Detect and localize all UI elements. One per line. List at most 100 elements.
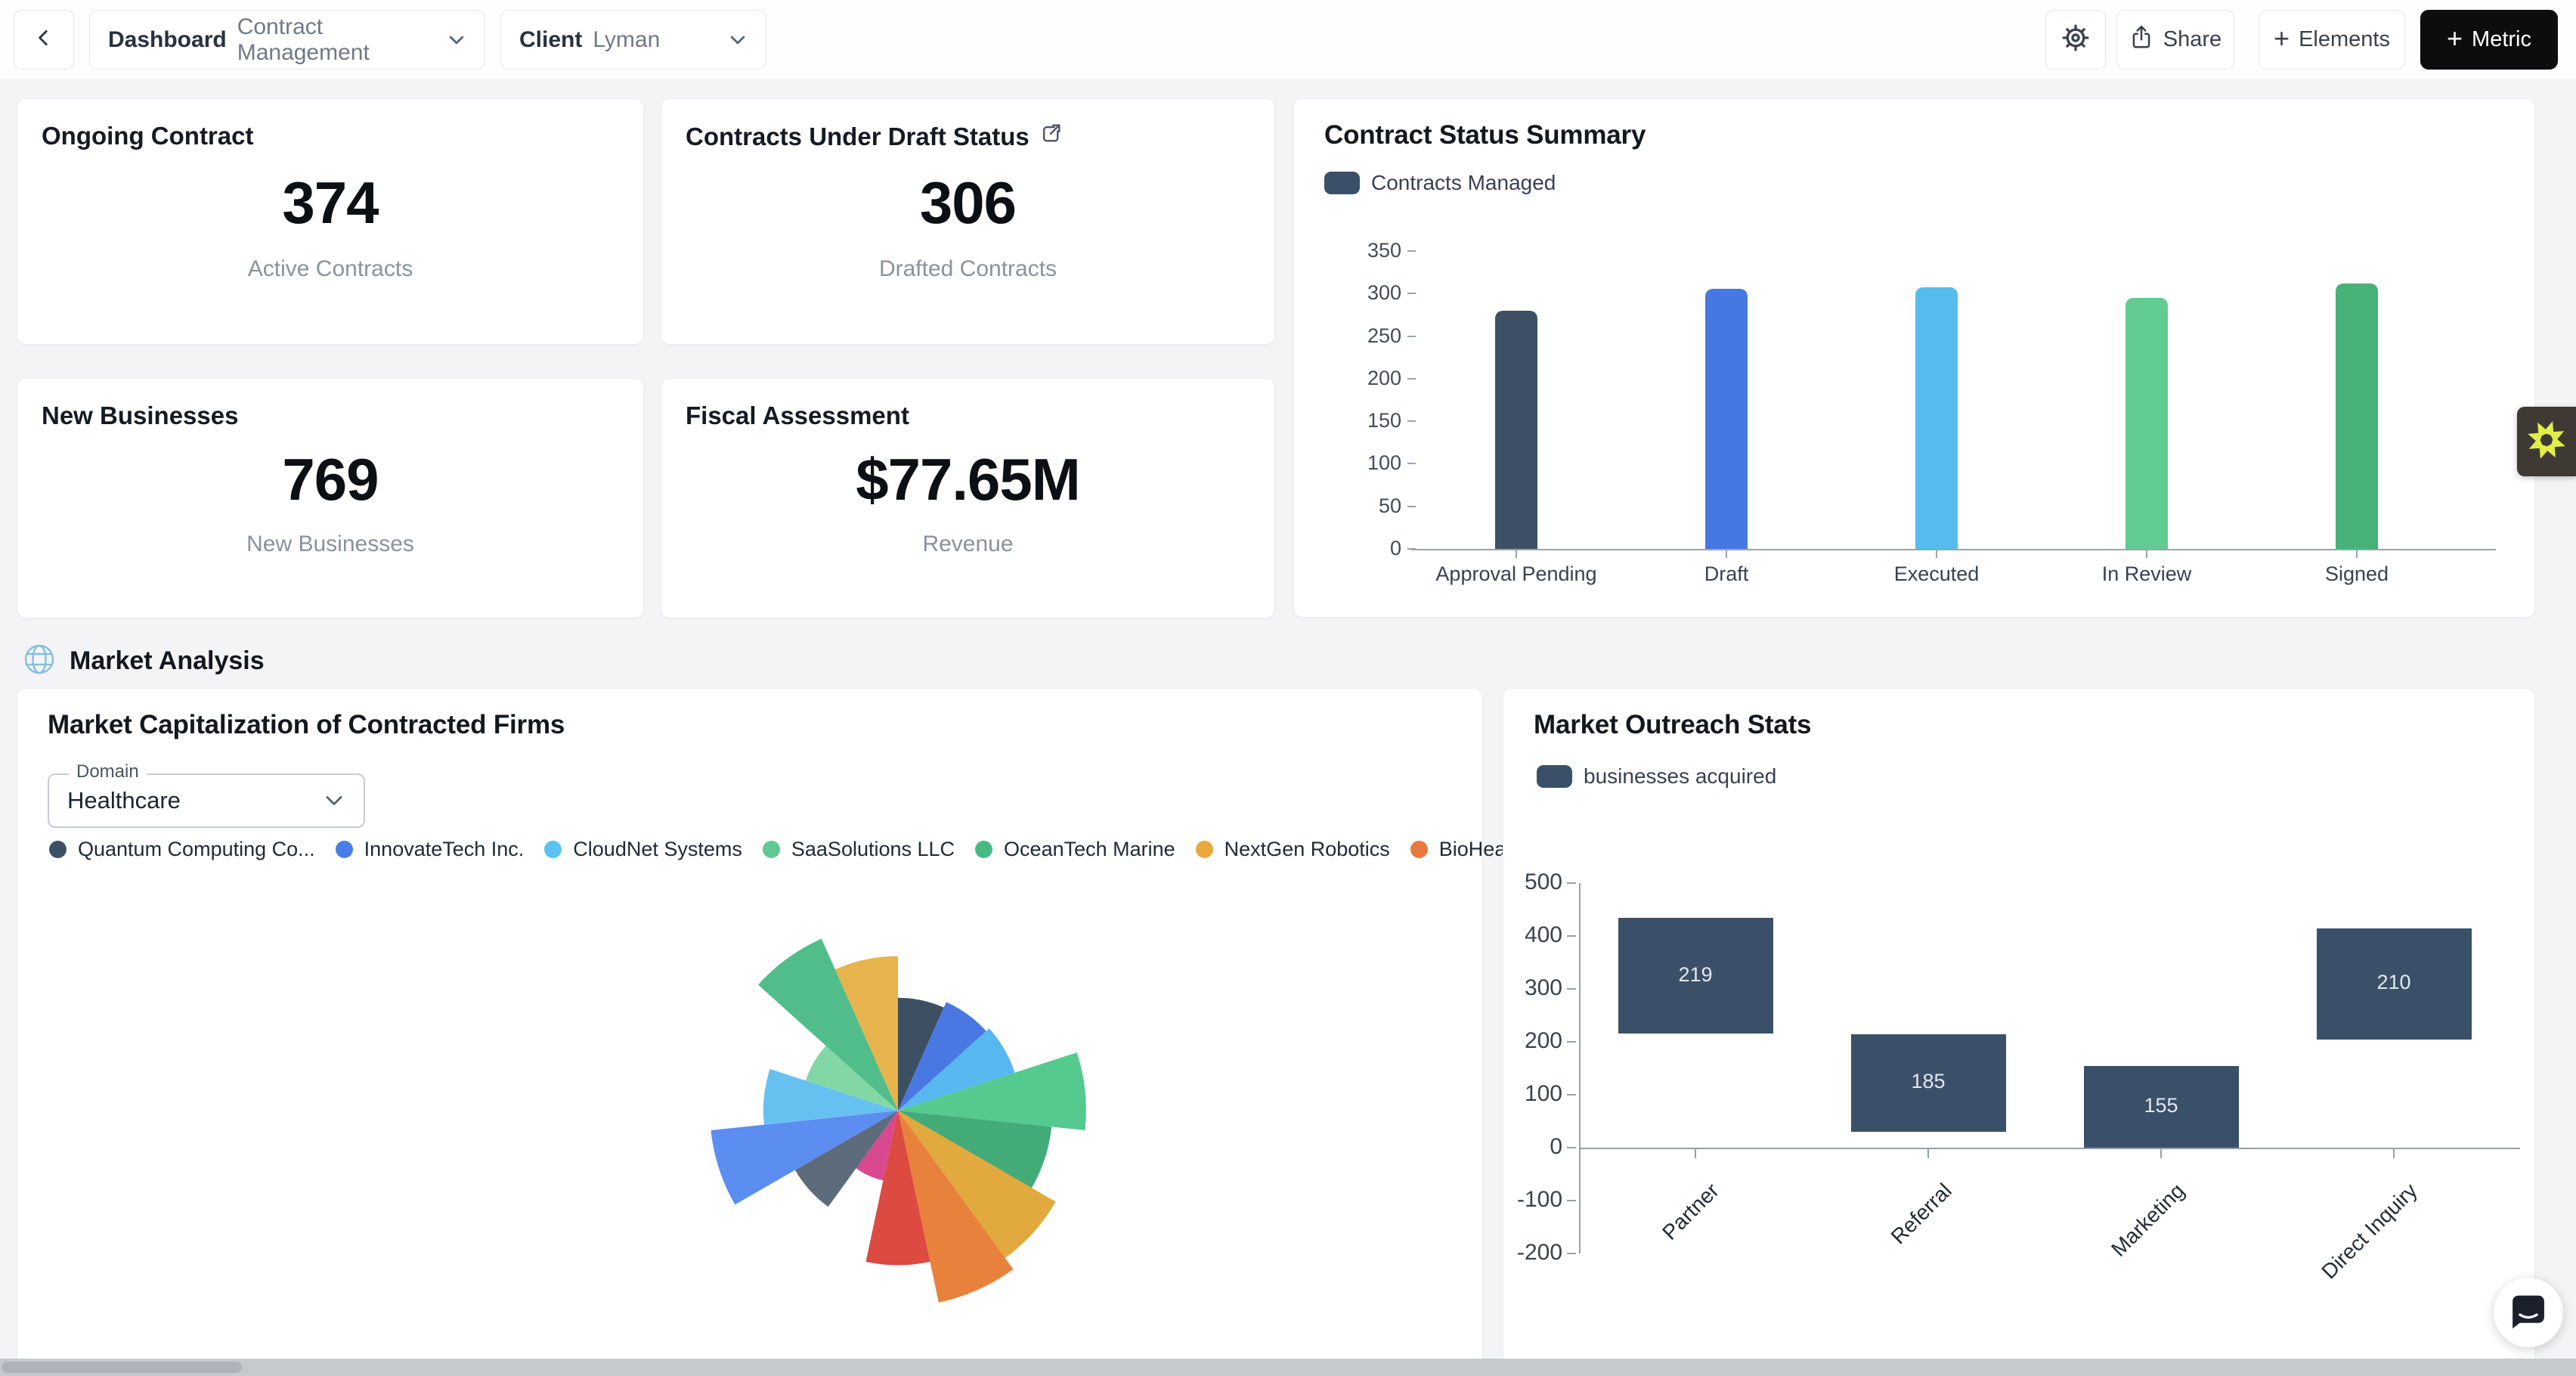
y-axis-tick — [1407, 506, 1416, 507]
y-axis-tick — [1567, 1200, 1576, 1201]
legend-dot — [1196, 841, 1213, 858]
asterisk-icon — [2525, 418, 2568, 466]
chevron-down-icon — [323, 789, 345, 812]
gear-icon — [2061, 23, 2090, 56]
x-axis-tick — [2393, 1149, 2395, 1158]
waterfall-bar-partner: 219 — [1618, 918, 1773, 1034]
y-axis-tick — [1567, 1147, 1576, 1148]
zero-line — [1579, 1148, 2520, 1149]
domain-select-label: Domain — [69, 761, 147, 783]
legend-dot — [49, 841, 67, 858]
legend-dot — [1410, 841, 1428, 858]
kpi-title-text: Contracts Under Draft Status — [686, 122, 1029, 151]
y-axis-tick — [1407, 250, 1416, 252]
x-axis-category-label: Approval Pending — [1410, 562, 1622, 586]
chat-launcher-button[interactable] — [2494, 1278, 2563, 1347]
bar-executed — [1915, 287, 1958, 549]
x-axis-tick — [1516, 550, 1517, 558]
y-axis-line — [1579, 883, 1581, 1254]
market-analysis-section-header: Market Analysis — [23, 643, 265, 680]
y-axis-tick-label: 200 — [1503, 1028, 1562, 1054]
market-outreach-waterfall-chart: 5004003002001000-100-200219Partner185Ref… — [1503, 689, 2534, 1375]
legend-item-label: CloudNet Systems — [573, 838, 742, 861]
share-icon — [2129, 23, 2153, 57]
elements-button-label: Elements — [2299, 27, 2390, 52]
assistant-fab-button[interactable] — [2517, 407, 2576, 476]
kpi-subtitle: Revenue — [661, 531, 1274, 557]
dashboard-select-label: Dashboard — [108, 27, 227, 53]
legend-item-company[interactable]: CloudNet Systems — [544, 838, 742, 861]
share-button[interactable]: Share — [2116, 10, 2234, 70]
legend-item-company[interactable]: SaaSolutions LLC — [763, 838, 955, 861]
bar-value-label: 219 — [1618, 963, 1773, 987]
y-axis-tick — [1567, 935, 1576, 937]
kpi-title: Contracts Under Draft Status — [686, 122, 1063, 151]
kpi-card-fiscal-assessment: Fiscal Assessment $77.65M Revenue — [661, 378, 1275, 618]
client-select[interactable]: Client Lyman — [500, 10, 766, 70]
settings-button[interactable] — [2045, 10, 2106, 70]
waterfall-bar-marketing: 155 — [2084, 1066, 2239, 1148]
y-axis-tick-label: 200 — [1347, 367, 1401, 390]
legend-item-company[interactable]: InnovateTech Inc. — [336, 838, 525, 861]
bar-value-label: 210 — [2317, 971, 2472, 994]
dashboard-select-value: Contract Management — [237, 14, 447, 66]
y-axis-tick — [1567, 882, 1576, 884]
legend-item-company[interactable]: OceanTech Marine — [975, 838, 1175, 861]
y-axis-tick-label: 300 — [1503, 975, 1562, 1001]
y-axis-tick — [1407, 336, 1416, 337]
domain-select-value: Healthcare — [67, 787, 181, 814]
x-axis-category-label: In Review — [2041, 562, 2252, 586]
chat-bubble-icon — [2507, 1290, 2550, 1336]
contract-status-summary-card: Contract Status Summary Contracts Manage… — [1293, 98, 2535, 618]
y-axis-tick-label: 300 — [1347, 281, 1401, 305]
y-axis-tick-label: 50 — [1347, 494, 1401, 518]
chevron-left-icon — [34, 28, 54, 51]
add-metric-button[interactable]: + Metric — [2420, 10, 2558, 70]
x-axis-tick — [2356, 550, 2358, 558]
y-axis-tick-label: 0 — [1347, 537, 1401, 560]
y-axis-tick-label: -100 — [1503, 1187, 1562, 1213]
legend-item-company[interactable]: NextGen Robotics — [1196, 838, 1390, 861]
horizontal-scrollbar-thumb[interactable] — [2, 1362, 242, 1373]
elements-button[interactable]: + Elements — [2259, 10, 2405, 70]
y-axis-tick — [1407, 378, 1416, 380]
dashboard-select[interactable]: Dashboard Contract Management — [89, 10, 485, 70]
legend-item-label: NextGen Robotics — [1225, 838, 1390, 861]
y-axis-tick — [1407, 293, 1416, 294]
x-axis-category-label: Signed — [2251, 562, 2463, 586]
market-cap-rose-chart — [664, 876, 1132, 1345]
y-axis-tick-label: 100 — [1503, 1081, 1562, 1107]
y-axis-tick — [1567, 1041, 1576, 1043]
kpi-card-contracts-under-draft: Contracts Under Draft Status 306 Drafted… — [661, 98, 1275, 345]
x-axis-category-label: Draft — [1621, 562, 1832, 586]
kpi-value: 769 — [17, 445, 643, 514]
y-axis-tick-label: -200 — [1503, 1240, 1562, 1266]
x-axis-category-label: Executed — [1831, 562, 2042, 586]
x-axis-tick — [2146, 550, 2147, 558]
external-link-icon[interactable] — [1039, 122, 1063, 151]
legend-dot — [975, 841, 992, 858]
topbar: Dashboard Contract Management Client Lym… — [0, 0, 2576, 79]
bar-approval-pending — [1495, 311, 1537, 549]
back-button[interactable] — [14, 10, 74, 70]
kpi-title: Ongoing Contract — [42, 122, 253, 150]
bar-value-label: 155 — [2084, 1094, 2239, 1117]
waterfall-bar-direct-inquiry: 210 — [2317, 928, 2472, 1040]
legend-dot — [544, 841, 562, 858]
x-axis-category-label: Marketing — [2044, 1179, 2189, 1324]
x-axis-line — [1411, 549, 2496, 550]
y-axis-tick — [1567, 988, 1576, 990]
waterfall-bar-referral: 185 — [1851, 1034, 2006, 1133]
y-axis-tick-label: 350 — [1347, 239, 1401, 262]
x-axis-category-label: Partner — [1578, 1179, 1723, 1324]
dashboard-screen: Dashboard Contract Management Client Lym… — [0, 0, 2576, 1376]
legend-item-company[interactable]: Quantum Computing Co... — [49, 838, 315, 861]
kpi-subtitle: Drafted Contracts — [661, 256, 1274, 282]
company-legend: Quantum Computing Co... InnovateTech Inc.… — [49, 837, 1470, 861]
y-axis-tick — [1407, 463, 1416, 464]
legend-item-label: InnovateTech Inc. — [364, 838, 525, 861]
legend-dot — [763, 841, 780, 858]
y-axis-tick — [1567, 1094, 1576, 1096]
metric-button-label: Metric — [2472, 27, 2531, 52]
share-button-label: Share — [2163, 27, 2221, 52]
